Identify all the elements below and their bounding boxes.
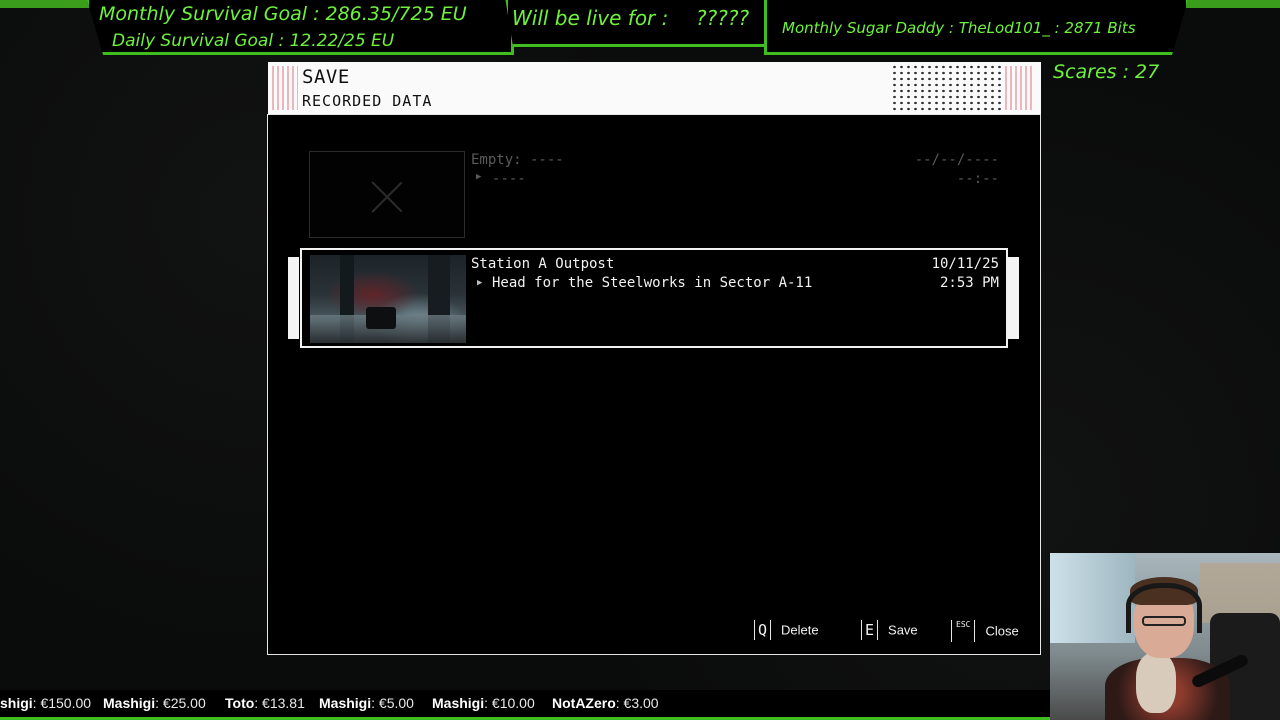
play-arrow-icon: ▶	[477, 278, 483, 288]
donation-amount: : €13.81	[254, 695, 305, 711]
monthly-goal-text: Monthly Survival Goal : 286.35/725 EU	[99, 3, 467, 25]
empty-x-icon	[370, 180, 404, 214]
donation-ticker: shigi: €150.00 Mashigi: €25.00 Toto: €13…	[0, 690, 1050, 720]
ticker-item: Mashigi: €25.00	[103, 695, 206, 711]
donor-name: Mashigi	[103, 695, 156, 711]
header-dots-decor	[891, 64, 1001, 112]
slot-name: Station A Outpost	[471, 256, 615, 272]
save-action[interactable]: E Save	[861, 620, 918, 640]
q-key-icon: Q	[754, 620, 772, 640]
donor-name: Mashigi	[432, 695, 485, 711]
donor-name: shigi	[0, 695, 33, 711]
webcam-feed	[1050, 553, 1280, 720]
slot-time: --:--	[956, 171, 999, 187]
donation-amount: : €5.00	[371, 695, 414, 711]
dialog-subtitle: RECORDED DATA	[302, 92, 433, 110]
donation-amount: : €150.00	[32, 695, 92, 711]
esc-key-icon: ESC	[951, 620, 976, 642]
slot-objective: ----	[492, 171, 526, 187]
daily-goal-text: Daily Survival Goal : 12.22/25 EU	[112, 31, 395, 51]
sugar-daddy-text: Monthly Sugar Daddy : TheLod101_ : 2871 …	[782, 19, 1136, 37]
live-label: Will be live for :	[512, 6, 669, 30]
close-action[interactable]: ESC Close	[951, 620, 1019, 642]
ticker-item: Toto: €13.81	[225, 695, 305, 711]
donor-name: NotAZero	[552, 695, 616, 711]
save-slot-empty[interactable]: Empty: ---- ▶ ---- --/--/---- --:--	[309, 150, 999, 240]
donation-amount: : €3.00	[615, 695, 659, 711]
dialog-header: SAVE RECORDED DATA	[268, 62, 1041, 114]
header-stripes-decor	[272, 66, 298, 110]
donor-name: Toto	[225, 695, 255, 711]
selection-bracket-right	[1008, 257, 1019, 339]
stream-overlay-top: Monthly Survival Goal : 286.35/725 EU Da…	[0, 0, 1280, 60]
scares-counter: Scares : 27	[1053, 61, 1160, 83]
donation-amount: : €25.00	[155, 695, 206, 711]
ticker-item: NotAZero: €3.00	[552, 695, 659, 711]
delete-label: Delete	[781, 622, 819, 638]
dialog-title: SAVE	[302, 66, 350, 88]
live-value: ?????	[696, 6, 750, 30]
ticker-item: Mashigi: €5.00	[319, 695, 414, 711]
donor-name: Mashigi	[319, 695, 372, 711]
delete-action[interactable]: Q Delete	[754, 620, 819, 640]
close-label: Close	[985, 623, 1019, 639]
slot-objective: Head for the Steelworks in Sector A-11	[492, 275, 813, 291]
ticker-item: shigi: €150.00	[0, 695, 91, 711]
e-key-icon: E	[861, 620, 879, 640]
save-label: Save	[888, 622, 918, 638]
overlay-edge-right	[1185, 0, 1280, 8]
save-thumbnail	[310, 255, 466, 343]
header-stripes-decor-right	[1005, 66, 1035, 110]
slot-date: --/--/----	[914, 152, 999, 168]
selection-bracket-left	[288, 257, 299, 339]
donation-amount: : €10.00	[484, 695, 535, 711]
play-arrow-icon: ▶	[476, 172, 482, 182]
save-slot-selected[interactable]: Station A Outpost ▶ Head for the Steelwo…	[300, 248, 1008, 348]
ticker-item: Mashigi: €10.00	[432, 695, 535, 711]
overlay-edge-left	[0, 0, 90, 8]
empty-slot-thumbnail	[309, 151, 465, 238]
slot-time: 2:53 PM	[939, 275, 999, 291]
slot-date: 10/11/25	[931, 256, 999, 272]
slot-name: Empty: ----	[471, 152, 564, 168]
